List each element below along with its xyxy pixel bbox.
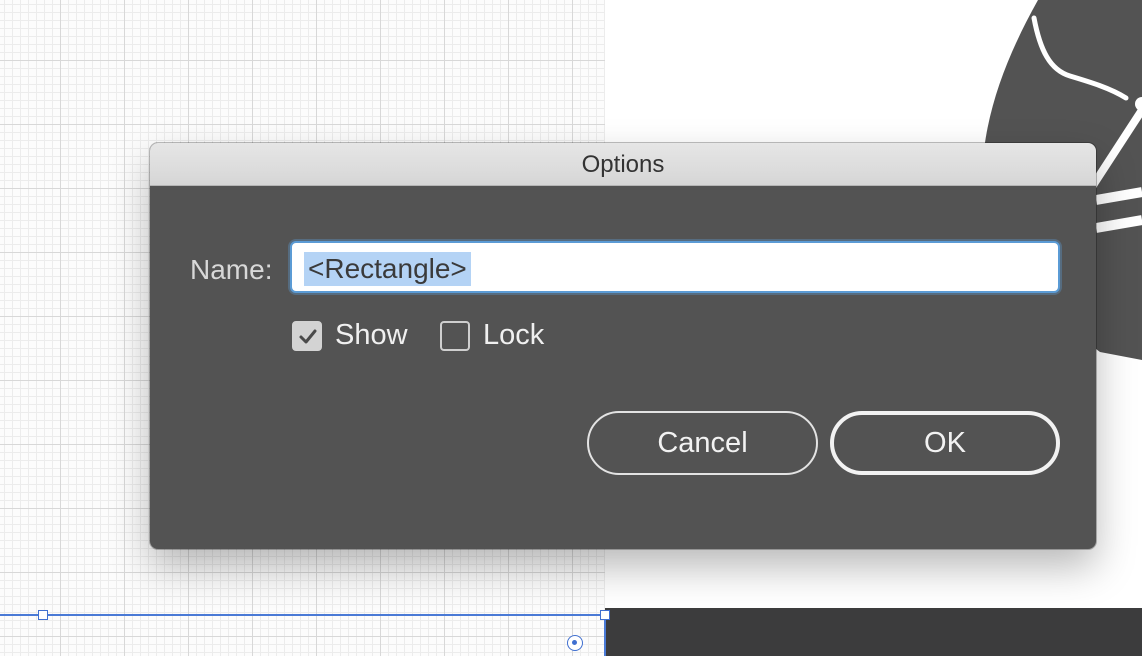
selection-edge-right: [604, 614, 606, 656]
checkmark-icon: [299, 329, 317, 344]
center-point-icon[interactable]: [567, 635, 583, 651]
name-label: Name:: [190, 254, 273, 285]
dialog-title: Options: [150, 143, 1096, 186]
lock-checkbox[interactable]: [440, 321, 470, 351]
show-label[interactable]: Show: [335, 319, 408, 352]
lock-label[interactable]: Lock: [483, 319, 544, 352]
show-checkbox[interactable]: [292, 321, 322, 351]
options-dialog: Options Name: <Rectangle> Show Lock Canc…: [150, 143, 1096, 549]
name-input[interactable]: <Rectangle>: [290, 241, 1060, 293]
selection-edge-top: [0, 614, 605, 616]
ok-button[interactable]: OK: [830, 411, 1060, 475]
name-input-value: <Rectangle>: [304, 252, 471, 286]
cancel-button[interactable]: Cancel: [587, 411, 818, 475]
selection-handle-top-middle[interactable]: [38, 610, 48, 620]
artwork-dark-band: [605, 608, 1142, 656]
selection-handle-top-right[interactable]: [600, 610, 610, 620]
